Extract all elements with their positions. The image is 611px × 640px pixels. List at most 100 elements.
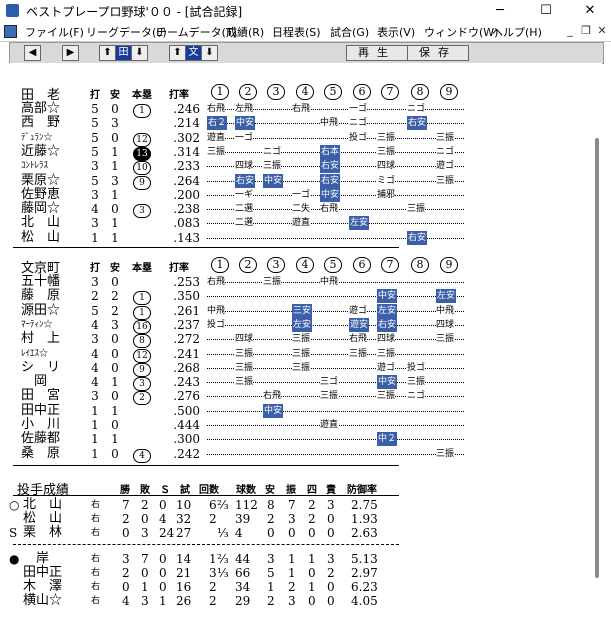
inning-result: 中飛 xyxy=(320,275,339,289)
dotted-leader xyxy=(207,310,464,312)
pitcher-era: 4.05 xyxy=(351,593,378,608)
close-button[interactable]: ✕ xyxy=(568,0,611,21)
batter-at-bats: 2 xyxy=(91,289,99,304)
batter-row: シ リ 4 0 9.268 三振 三振 遊ゴ 投ゴ xyxy=(9,360,593,377)
menu-bar: ファイル(F) リーグデータ(L) チームデータ(T) 成績(R) 日程表(S)… xyxy=(0,21,611,42)
field-view-button[interactable]: 田 xyxy=(115,45,132,61)
menu-window[interactable]: ウィンドウ(W) xyxy=(424,24,498,40)
pitcher-ip_int: 2 xyxy=(209,511,217,526)
mdi-restore-button[interactable]: ❐ xyxy=(578,23,594,38)
pitcher-l: 2 xyxy=(141,497,149,512)
down-arrow-icon-2[interactable]: ⬇ xyxy=(201,45,218,61)
inning-result: 三振 xyxy=(349,346,368,361)
pitching-column-header: 責 xyxy=(326,484,336,496)
vertical-scrollbar[interactable] xyxy=(593,63,602,633)
pitcher-ip_frac: ⅔ xyxy=(217,551,229,566)
pitcher-name: 松 山 xyxy=(23,510,63,526)
title-bar: ベストプレープロ野球'００ - [試合記録] ─ ☐ ✕ xyxy=(0,0,611,22)
menu-schedule[interactable]: 日程表(S) xyxy=(272,24,321,40)
batter-row: 源田☆ 5 2 1.261 中飛 三安 遊ゴ 左安 中飛 xyxy=(9,303,593,320)
batter-average: .237 xyxy=(173,317,200,332)
pitcher-bb: 1 xyxy=(308,579,316,594)
inning-result: 中安 xyxy=(377,289,398,304)
inning-result: 三振 xyxy=(292,332,311,347)
pitcher-ip_int: 1 xyxy=(209,551,217,566)
dotted-leader xyxy=(207,453,464,455)
home-run-count: 4 xyxy=(133,448,151,463)
inning-result: 遊安 xyxy=(349,317,370,332)
menu-help[interactable]: ヘルプ(H) xyxy=(492,24,542,40)
header-average: 打率 xyxy=(169,90,189,101)
inning-result: ニゴ xyxy=(436,144,455,159)
pitcher-hand: 右 xyxy=(91,527,101,538)
batter-name: ﾏｰﾃｨﾝ☆ xyxy=(21,319,53,330)
inning-result: 四球 xyxy=(235,159,254,174)
menu-league-data[interactable]: リーグデータ(L) xyxy=(86,24,167,40)
save-button[interactable]: 保存 xyxy=(407,45,469,61)
inning-result: 中飛 xyxy=(436,303,455,318)
pitcher-ip_frac: ⅓ xyxy=(217,565,229,580)
inning-result: 三振 xyxy=(436,173,455,188)
up-arrow-icon-2[interactable]: ⬆ xyxy=(169,45,186,61)
inning-number: 1 xyxy=(211,257,229,273)
inning-result: 左安 xyxy=(292,317,313,332)
next-arrow-icon[interactable]: ▶ xyxy=(62,45,79,61)
pitching-column-header: 回数 xyxy=(199,484,219,496)
inning-result: 三振 xyxy=(377,389,396,404)
menu-view[interactable]: 表示(V) xyxy=(377,24,415,40)
pitcher-name: 栗 林 xyxy=(23,524,63,540)
pitching-header: 投手成績勝敗 Ｓ 試回数 球数安振四責防御率 xyxy=(9,479,593,498)
pitcher-hand: 右 xyxy=(91,553,101,564)
menu-stats[interactable]: 成績(R) xyxy=(226,24,264,40)
pitcher-k: 3 xyxy=(288,511,296,526)
batter-average: .253 xyxy=(173,275,200,289)
down-arrow-icon[interactable]: ⬇ xyxy=(131,45,148,61)
batter-hits: 0 xyxy=(111,360,119,375)
pitcher-bb: 0 xyxy=(308,525,316,540)
menu-file[interactable]: ファイル(F) xyxy=(25,24,84,40)
text-view-button[interactable]: 文 xyxy=(185,45,202,61)
pitching-column-header: Ｓ xyxy=(160,484,170,496)
pitcher-s: 0 xyxy=(159,565,167,580)
inning-number: 5 xyxy=(324,257,342,273)
inning-result: 四球 xyxy=(377,332,396,347)
inning-result: 一ゴ xyxy=(235,130,254,145)
menu-game[interactable]: 試合(G) xyxy=(330,24,369,40)
mdi-minimize-button[interactable]: _ xyxy=(562,23,578,38)
pitcher-er: 0 xyxy=(327,593,335,608)
menu-team-data[interactable]: チームデータ(T) xyxy=(156,24,237,40)
pitching-column-header: 試 xyxy=(180,484,190,496)
batter-average: .242 xyxy=(173,446,200,461)
batter-hits: 1 xyxy=(111,216,119,231)
document-icon[interactable] xyxy=(4,25,17,38)
pitcher-s: 24 xyxy=(159,525,175,540)
pitcher-er: 3 xyxy=(327,551,335,566)
inning-result: 三振 xyxy=(436,446,455,461)
pitcher-pitches: 29 xyxy=(235,593,251,608)
pitching-column-header: 勝 xyxy=(120,484,130,496)
pitcher-g: 14 xyxy=(176,551,192,566)
maximize-button[interactable]: ☐ xyxy=(524,0,568,21)
pitcher-h: 0 xyxy=(267,525,275,540)
pitcher-row: 木 澤右 0 1 0 16 2 34 1 2 1 0 6.23 xyxy=(9,579,593,594)
inning-number: 5 xyxy=(324,84,342,100)
batter-row: 藤岡☆ 4 0 3.238 二選 二失 右飛 三振 xyxy=(9,202,593,219)
batter-name: 松 山 xyxy=(21,229,61,245)
minimize-button[interactable]: ─ xyxy=(478,0,522,21)
scrollbar-thumb[interactable] xyxy=(595,138,599,578)
prev-arrow-icon[interactable]: ◀ xyxy=(24,45,41,61)
pitcher-h: 3 xyxy=(267,551,275,566)
replay-button[interactable]: 再生 xyxy=(346,45,408,61)
batter-average: .261 xyxy=(173,303,200,318)
inning-result: 右安 xyxy=(377,317,398,332)
inning-result: 遊直 xyxy=(207,130,226,145)
mdi-close-button[interactable]: ✕ xyxy=(594,23,610,38)
pitcher-l: 7 xyxy=(141,551,149,566)
inning-result: 三振 xyxy=(320,389,339,404)
batter-average: .238 xyxy=(173,202,200,217)
up-arrow-icon[interactable]: ⬆ xyxy=(99,45,116,61)
batter-at-bats: 1 xyxy=(91,418,99,432)
inning-number: 8 xyxy=(411,257,429,273)
pitcher-ip_frac: ⅓ xyxy=(217,525,229,540)
inning-result: 遊直 xyxy=(292,216,311,231)
